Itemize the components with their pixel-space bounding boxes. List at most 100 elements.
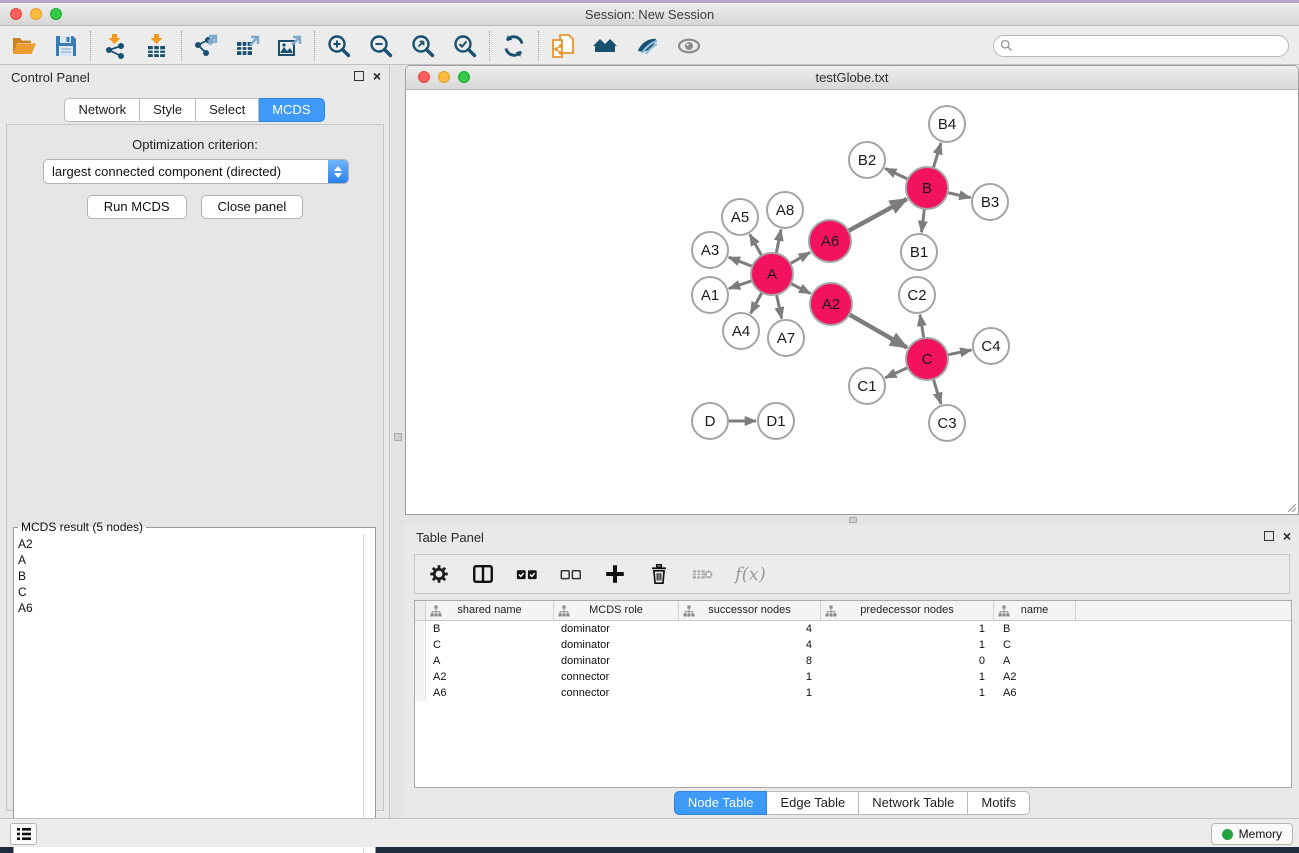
network-edge[interactable] [933, 143, 941, 168]
delete-table-button[interactable] [691, 562, 715, 586]
table-cell[interactable]: 1 [821, 669, 994, 685]
zoom-selected-button[interactable] [450, 32, 480, 60]
network-edge[interactable] [790, 252, 810, 263]
column-header[interactable]: predecessor nodes [821, 601, 994, 620]
export-image-button[interactable] [275, 32, 305, 60]
network-node[interactable]: B4 [929, 106, 965, 142]
tab-mcds[interactable]: MCDS [259, 98, 324, 122]
column-header[interactable]: shared name [426, 601, 554, 620]
table-cell[interactable]: connector [554, 669, 679, 685]
zoom-out-button[interactable] [366, 32, 396, 60]
network-edge[interactable] [885, 368, 908, 378]
network-edge[interactable] [885, 169, 908, 180]
table-cell[interactable]: C [426, 637, 554, 653]
table-cell[interactable]: 8 [679, 653, 821, 669]
table-cell[interactable]: 0 [821, 653, 994, 669]
table-cell[interactable]: dominator [554, 621, 679, 637]
home-layout-button[interactable] [590, 32, 620, 60]
table-cell[interactable]: dominator [554, 653, 679, 669]
create-column-button[interactable] [603, 562, 627, 586]
float-panel-icon[interactable] [354, 71, 364, 81]
tab-network-table[interactable]: Network Table [859, 791, 968, 815]
save-session-button[interactable] [51, 32, 81, 60]
table-cell[interactable]: A [994, 653, 1076, 669]
table-cell[interactable]: B [426, 621, 554, 637]
table-row[interactable]: Bdominator41B [415, 621, 1291, 637]
table-row[interactable]: A2connector11A2 [415, 669, 1291, 685]
function-builder-button[interactable]: f(x) [735, 564, 766, 585]
close-panel-icon[interactable]: × [1283, 531, 1291, 541]
delete-column-button[interactable] [647, 562, 671, 586]
network-node[interactable]: C [906, 338, 948, 380]
network-node[interactable]: A2 [810, 283, 852, 325]
network-node[interactable]: A4 [723, 313, 759, 349]
tab-network[interactable]: Network [64, 98, 140, 122]
network-edge[interactable] [948, 350, 972, 355]
tab-motifs[interactable]: Motifs [968, 791, 1030, 815]
network-node[interactable]: A8 [767, 192, 803, 228]
network-node[interactable]: A [751, 253, 793, 295]
export-network-button[interactable] [191, 32, 221, 60]
network-node[interactable]: B3 [972, 184, 1008, 220]
show-column-panel-button[interactable] [471, 562, 495, 586]
table-row[interactable]: Adominator80A [415, 653, 1291, 669]
network-edge[interactable] [777, 295, 782, 319]
table-cell[interactable]: A6 [994, 685, 1076, 701]
criterion-dropdown[interactable]: largest connected component (directed) [43, 159, 349, 184]
vizmapper-button[interactable] [632, 32, 662, 60]
network-node[interactable]: A7 [768, 320, 804, 356]
network-edge[interactable] [750, 234, 762, 255]
network-edge[interactable] [849, 314, 907, 347]
table-cell[interactable]: A6 [426, 685, 554, 701]
mcds-result-item[interactable]: A6 [14, 600, 363, 616]
horizontal-splitter[interactable] [405, 515, 1299, 525]
table-cell[interactable]: 1 [821, 621, 994, 637]
table-cell[interactable]: C [994, 637, 1076, 653]
network-node[interactable]: A1 [692, 277, 728, 313]
export-table-button[interactable] [233, 32, 263, 60]
splitter-handle[interactable] [394, 433, 402, 441]
table-cell[interactable]: 1 [679, 669, 821, 685]
network-edge[interactable] [933, 379, 941, 404]
table-settings-button[interactable] [427, 562, 451, 586]
network-node[interactable]: C2 [899, 277, 935, 313]
resize-grip-icon[interactable] [1285, 501, 1297, 513]
network-node[interactable]: B [906, 167, 948, 209]
network-edge[interactable] [751, 292, 762, 313]
refresh-button[interactable] [499, 32, 529, 60]
close-panel-button[interactable]: Close panel [201, 195, 304, 219]
table-cell[interactable]: 1 [821, 685, 994, 701]
table-cell[interactable]: A2 [994, 669, 1076, 685]
network-edge[interactable] [791, 284, 811, 294]
clone-network-button[interactable] [548, 32, 578, 60]
network-node[interactable]: D [692, 403, 728, 439]
network-node[interactable]: A5 [722, 199, 758, 235]
network-node[interactable]: D1 [758, 403, 794, 439]
tab-node-table[interactable]: Node Table [674, 791, 768, 815]
mcds-result-item[interactable]: A [14, 552, 363, 568]
mcds-result-item[interactable]: A2 [14, 536, 363, 552]
table-cell[interactable]: 1 [679, 685, 821, 701]
tab-select[interactable]: Select [196, 98, 259, 122]
search-input[interactable] [1017, 39, 1282, 53]
network-edge[interactable] [729, 257, 753, 266]
table-cell[interactable]: 4 [679, 637, 821, 653]
unselect-all-columns-button[interactable] [559, 562, 583, 586]
tab-edge-table[interactable]: Edge Table [767, 791, 859, 815]
network-node[interactable]: A6 [809, 220, 851, 262]
import-table-button[interactable] [142, 32, 172, 60]
vertical-splitter[interactable] [391, 65, 405, 818]
table-cell[interactable]: A [426, 653, 554, 669]
close-panel-icon[interactable]: × [373, 71, 381, 81]
task-history-button[interactable] [10, 823, 37, 845]
mcds-result-item[interactable]: C [14, 584, 363, 600]
network-node[interactable]: A3 [692, 232, 728, 268]
network-edge[interactable] [729, 281, 752, 289]
network-node[interactable]: C4 [973, 328, 1009, 364]
network-node[interactable]: C1 [849, 368, 885, 404]
table-cell[interactable]: 4 [679, 621, 821, 637]
network-edge[interactable] [848, 199, 906, 231]
network-node[interactable]: B1 [901, 234, 937, 270]
float-panel-icon[interactable] [1264, 531, 1274, 541]
network-edge[interactable] [948, 193, 971, 198]
